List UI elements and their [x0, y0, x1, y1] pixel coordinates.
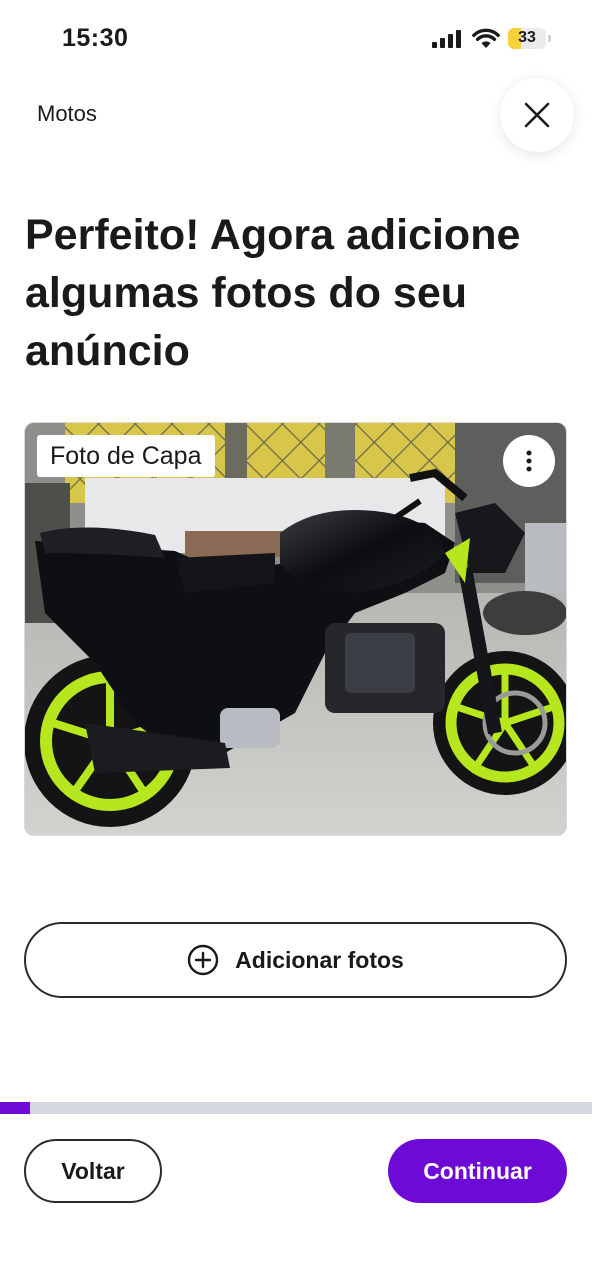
battery-indicator: 33: [508, 28, 552, 49]
battery-level: 33: [518, 29, 536, 46]
category-label: Motos: [37, 101, 97, 126]
page-title: Perfeito! Agora adicione algumas fotos d…: [25, 211, 521, 375]
more-vertical-icon: [526, 450, 532, 472]
motorcycle-photo: [25, 423, 566, 835]
battery-icon: 33: [508, 28, 546, 49]
status-time: 15:30: [62, 24, 129, 52]
status-bar: 15:30 33: [0, 0, 592, 80]
continue-button[interactable]: Continuar: [388, 1139, 567, 1203]
photo-card[interactable]: Foto de Capa: [24, 422, 567, 836]
plus-circle-icon: [187, 944, 219, 976]
wifi-icon: [472, 28, 500, 48]
progress-fill: [0, 1102, 30, 1114]
cover-photo-label: Foto de Capa: [37, 435, 215, 477]
close-button[interactable]: [500, 78, 574, 152]
battery-tip: [548, 35, 551, 42]
cellular-signal-icon: [432, 30, 461, 48]
progress-bar: [0, 1102, 592, 1114]
close-icon: [524, 102, 550, 128]
screen: 15:30 33 Motos Perfeito! Agora adicione …: [0, 0, 592, 1280]
back-button[interactable]: Voltar: [24, 1139, 162, 1203]
add-photos-button[interactable]: Adicionar fotos: [24, 922, 567, 998]
add-photos-label: Adicionar fotos: [235, 946, 404, 973]
photo-options-button[interactable]: [503, 435, 555, 487]
